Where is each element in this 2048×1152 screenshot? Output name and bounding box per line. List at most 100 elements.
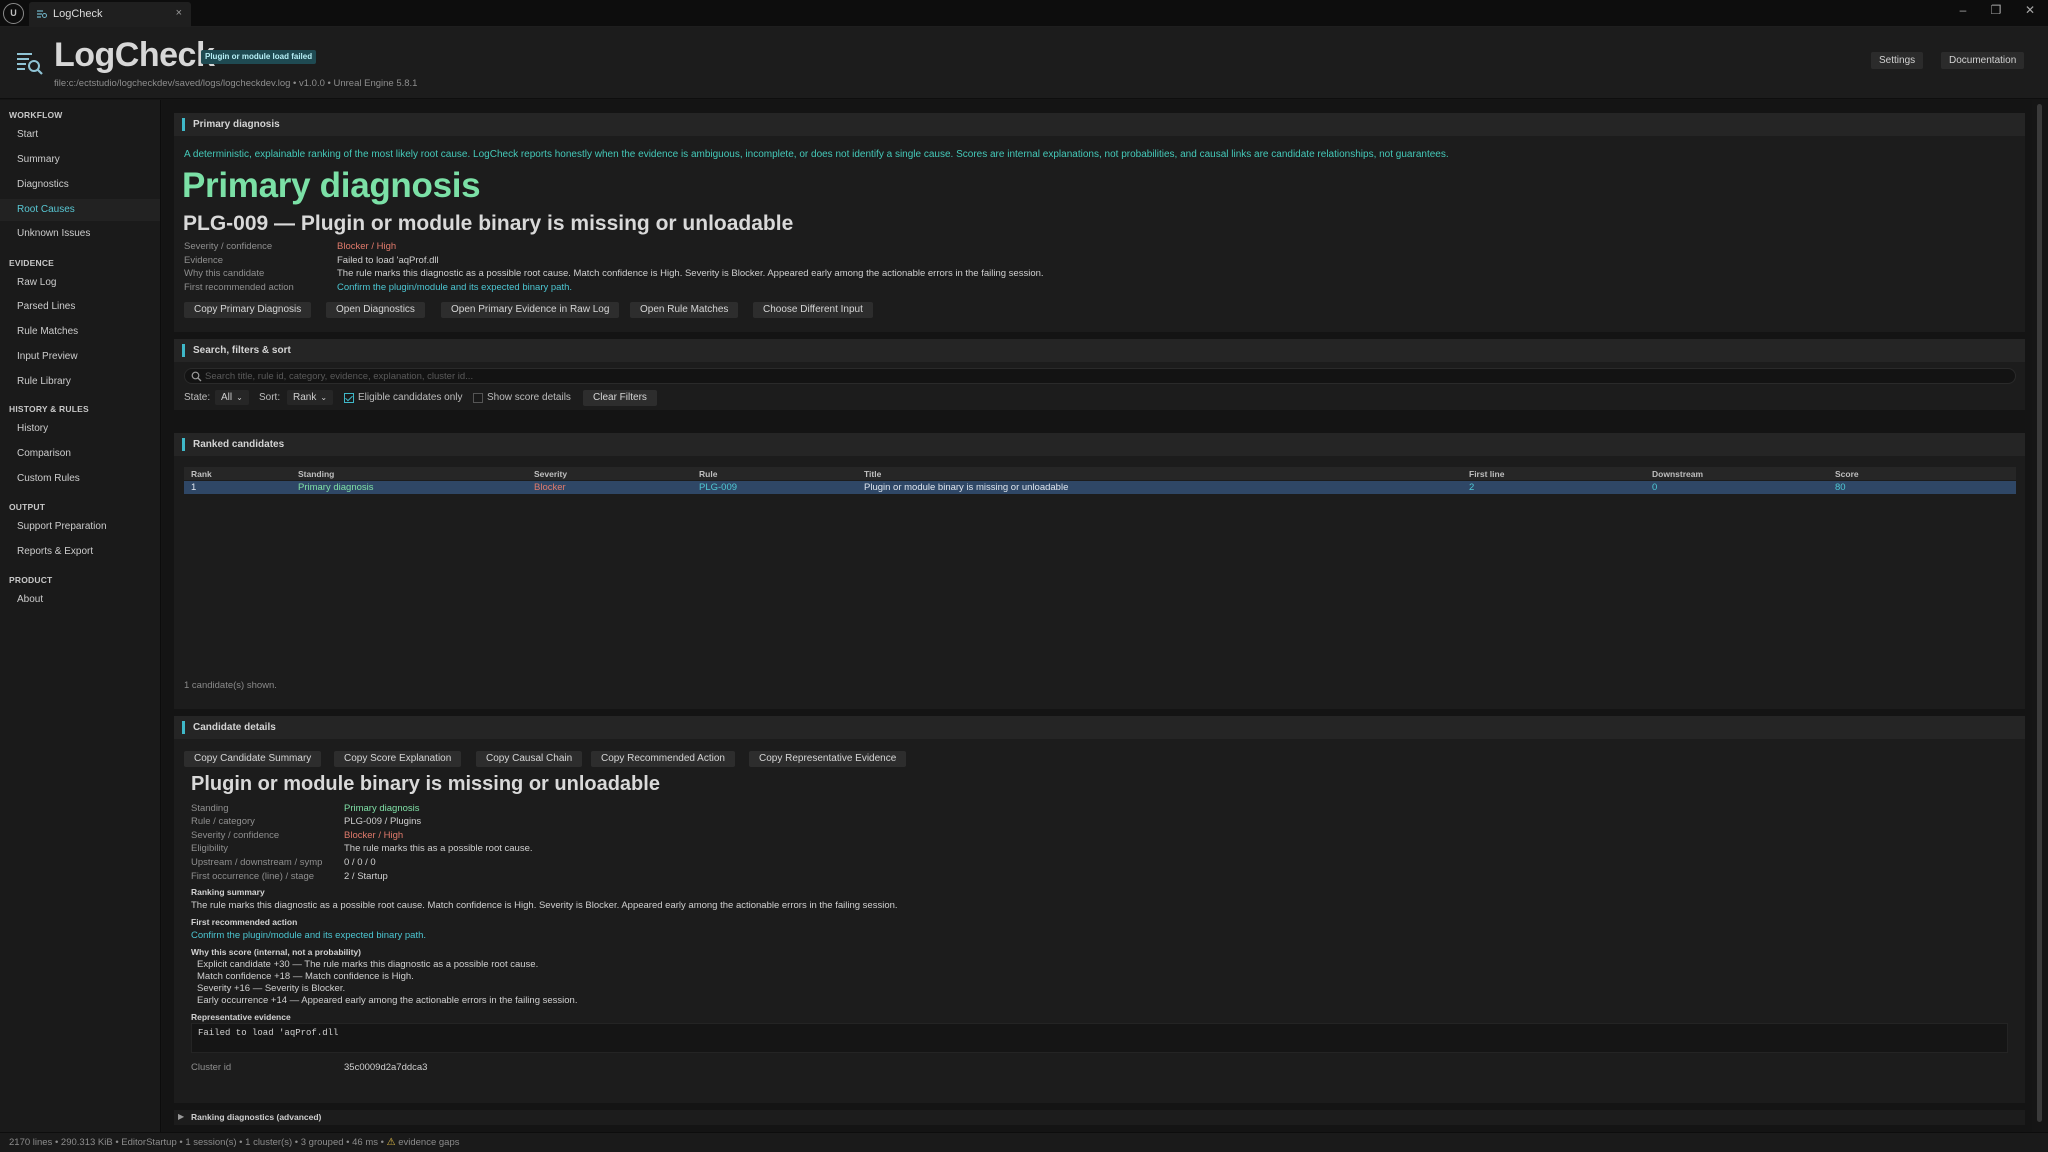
sidebar-section-workflow: WORKFLOW (9, 110, 63, 120)
representative-evidence-heading: Representative evidence (191, 1012, 291, 1022)
open-rule-matches-button[interactable]: Open Rule Matches (630, 302, 739, 318)
state-dropdown[interactable]: All ⌄ (215, 390, 249, 405)
tab-label: LogCheck (53, 8, 103, 20)
tab-logcheck[interactable]: LogCheck × (29, 2, 191, 27)
sidebar-item-summary[interactable]: Summary (0, 149, 160, 171)
copy-score-explanation-button[interactable]: Copy Score Explanation (334, 751, 462, 767)
cell-first-line: 2 (1469, 482, 1475, 493)
sidebar-item-reports-export[interactable]: Reports & Export (0, 541, 160, 563)
app-title: LogCheck (54, 36, 215, 74)
candidate-title: Plugin or module binary is missing or un… (191, 773, 660, 795)
close-window-icon[interactable]: ✕ (2020, 3, 2040, 21)
score-line: Severity +16 — Severity is Blocker. (197, 983, 346, 994)
ranking-diagnostics-label: Ranking diagnostics (advanced) (191, 1112, 322, 1122)
sidebar-item-root-causes[interactable]: Root Causes (0, 199, 160, 221)
sidebar-item-custom-rules[interactable]: Custom Rules (0, 468, 160, 490)
ranked-candidates-panel: Ranked candidates Rank Standing Severity… (174, 433, 2025, 709)
col-title[interactable]: Title (864, 469, 881, 479)
status-text: 2170 lines • 290.313 KiB • EditorStartup… (9, 1137, 460, 1148)
first-occurrence-label: First occurrence (line) / stage (191, 871, 315, 882)
status-bar: 2170 lines • 290.313 KiB • EditorStartup… (0, 1132, 2048, 1152)
eligibility-label: Eligibility (191, 843, 228, 854)
restore-icon[interactable]: ❐ (1986, 3, 2006, 21)
candidate-count: 1 candidate(s) shown. (184, 680, 277, 691)
panel-title: Candidate details (193, 722, 276, 733)
ranking-summary-heading: Ranking summary (191, 887, 265, 897)
primary-diagnosis-panel: Primary diagnosis A deterministic, expla… (174, 113, 2025, 332)
cell-standing: Primary diagnosis (298, 482, 374, 493)
copy-representative-evidence-button[interactable]: Copy Representative Evidence (749, 751, 907, 767)
status-badge: Plugin or module load failed (201, 50, 317, 64)
warning-icon: ⚠ (386, 1137, 396, 1148)
sidebar: WORKFLOW Start Summary Diagnostics Root … (0, 100, 161, 1132)
cell-rank: 1 (191, 482, 197, 493)
sidebar-item-parsed-lines[interactable]: Parsed Lines (0, 296, 160, 318)
sidebar-item-history[interactable]: History (0, 418, 160, 440)
col-rank[interactable]: Rank (191, 469, 212, 479)
cell-title: Plugin or module binary is missing or un… (864, 482, 1069, 493)
score-line: Explicit candidate +30 — The rule marks … (197, 959, 539, 970)
sidebar-section-history: HISTORY & RULES (9, 404, 89, 414)
first-action-text[interactable]: Confirm the plugin/module and its expect… (191, 930, 426, 941)
copy-causal-chain-button[interactable]: Copy Causal Chain (476, 751, 583, 767)
detail-severity-value: Blocker / High (344, 830, 404, 841)
clear-filters-button[interactable]: Clear Filters (583, 390, 657, 406)
sidebar-item-comparison[interactable]: Comparison (0, 443, 160, 465)
sidebar-item-about[interactable]: About (0, 589, 160, 611)
why-candidate-value: The rule marks this diagnostic as a poss… (337, 268, 1044, 279)
search-box[interactable] (184, 368, 2016, 384)
open-diagnostics-button[interactable]: Open Diagnostics (326, 302, 425, 318)
sidebar-item-start[interactable]: Start (0, 124, 160, 146)
sidebar-item-unknown-issues[interactable]: Unknown Issues (0, 223, 160, 245)
upstream-downstream-value: 0 / 0 / 0 (344, 857, 376, 868)
accent-bar (182, 721, 185, 734)
col-severity[interactable]: Severity (534, 469, 567, 479)
evidence-gaps-label[interactable]: evidence gaps (398, 1137, 459, 1148)
unreal-logo-icon: U (3, 3, 24, 24)
open-raw-log-button[interactable]: Open Primary Evidence in Raw Log (441, 302, 620, 318)
recommended-action-value[interactable]: Confirm the plugin/module and its expect… (337, 282, 572, 293)
eligible-candidates-checkbox[interactable] (344, 393, 354, 403)
settings-button[interactable]: Settings (1871, 52, 1924, 69)
eligibility-value: The rule marks this as a possible root c… (344, 843, 533, 854)
ranking-diagnostics-toggle[interactable]: ▶ Ranking diagnostics (advanced) (174, 1110, 2025, 1125)
logcheck-tab-icon (37, 10, 47, 18)
rule-category-label: Rule / category (191, 816, 255, 827)
sidebar-item-raw-log[interactable]: Raw Log (0, 272, 160, 294)
col-rule[interactable]: Rule (699, 469, 717, 479)
col-score[interactable]: Score (1835, 469, 1859, 479)
evidence-value: Failed to load 'aqProf.dll (337, 255, 439, 266)
window-title-bar: U LogCheck × – ❐ ✕ (0, 0, 2048, 27)
scrollbar-thumb[interactable] (2037, 104, 2042, 1122)
choose-different-input-button[interactable]: Choose Different Input (753, 302, 873, 318)
tab-close-icon[interactable]: × (176, 7, 182, 19)
search-input[interactable] (205, 369, 2005, 383)
severity-label: Severity / confidence (184, 241, 273, 252)
copy-recommended-action-button[interactable]: Copy Recommended Action (591, 751, 735, 767)
sidebar-item-input-preview[interactable]: Input Preview (0, 346, 160, 368)
standing-value: Primary diagnosis (344, 803, 420, 814)
sidebar-section-product: PRODUCT (9, 575, 53, 585)
col-standing[interactable]: Standing (298, 469, 334, 479)
copy-candidate-summary-button[interactable]: Copy Candidate Summary (184, 751, 322, 767)
state-value: All (221, 392, 233, 403)
cluster-id-value: 35c0009d2a7ddca3 (344, 1062, 428, 1073)
col-downstream[interactable]: Downstream (1652, 469, 1703, 479)
documentation-button[interactable]: Documentation (1941, 52, 2025, 69)
minimize-icon[interactable]: – (1953, 3, 1973, 21)
ranking-summary-text: The rule marks this diagnostic as a poss… (191, 900, 898, 911)
sort-label: Sort: (259, 392, 281, 403)
sidebar-item-rule-library[interactable]: Rule Library (0, 371, 160, 393)
sidebar-item-diagnostics[interactable]: Diagnostics (0, 174, 160, 196)
show-score-details-checkbox[interactable] (473, 393, 483, 403)
sidebar-item-rule-matches[interactable]: Rule Matches (0, 321, 160, 343)
detail-severity-label: Severity / confidence (191, 830, 280, 841)
sort-dropdown[interactable]: Rank ⌄ (287, 390, 334, 405)
sidebar-item-support-preparation[interactable]: Support Preparation (0, 516, 160, 538)
table-row[interactable]: 1 Primary diagnosis Blocker PLG-009 Plug… (184, 481, 2016, 494)
sidebar-section-evidence: EVIDENCE (9, 258, 55, 268)
status-summary: 2170 lines • 290.313 KiB • EditorStartup… (9, 1137, 384, 1148)
col-first-line[interactable]: First line (1469, 469, 1504, 479)
copy-primary-diagnosis-button[interactable]: Copy Primary Diagnosis (184, 302, 312, 318)
show-score-details-label: Show score details (487, 392, 571, 403)
